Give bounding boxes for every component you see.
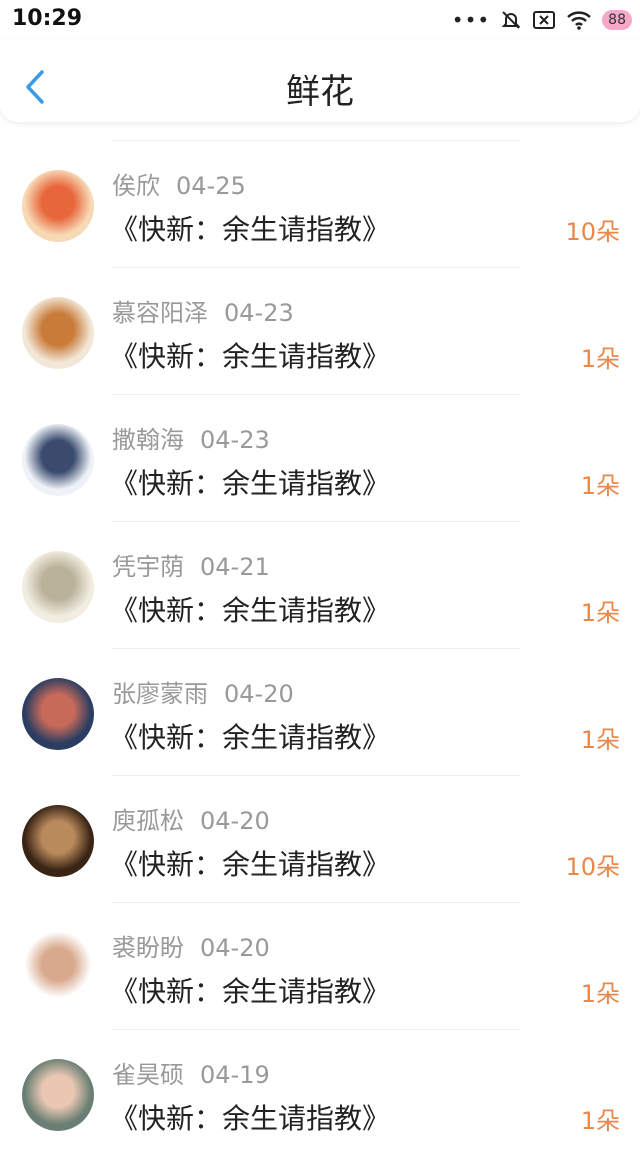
list-item[interactable]: 慕容阳泽 04-23 《快新：余生请指教》 1朵 [0,267,640,394]
status-time: 10:29 [12,6,83,31]
status-icons: ••• 88 [452,6,632,34]
divider [112,394,520,395]
flower-list: 俟欣 04-25 《快新：余生请指教》 10朵 慕容阳泽 04-23 《快新：余生请… [0,140,640,1156]
book-title[interactable]: 《快新：余生请指教》 [110,843,390,883]
book-title[interactable]: 《快新：余生请指教》 [110,208,390,248]
avatar[interactable] [22,170,94,242]
mute-bell-icon [501,11,521,29]
date: 04-20 [224,680,294,708]
flower-amount: 10朵 [565,218,620,246]
date: 04-20 [200,807,270,835]
date: 04-23 [224,299,294,327]
avatar[interactable] [22,805,94,877]
avatar[interactable] [22,551,94,623]
book-title[interactable]: 《快新：余生请指教》 [110,716,390,756]
date: 04-23 [200,426,270,454]
user-name[interactable]: 庾孤松 [112,807,184,835]
user-name[interactable]: 俟欣 [112,172,160,200]
date: 04-19 [200,1061,270,1089]
list-item[interactable]: 凭宇荫 04-21 《快新：余生请指教》 1朵 [0,521,640,648]
flower-amount: 1朵 [580,472,620,500]
user-name[interactable]: 凭宇荫 [112,553,184,581]
divider [112,648,520,649]
user-meta: 雀昊硕 04-19 [112,1055,270,1090]
avatar[interactable] [22,678,94,750]
flower-amount: 1朵 [580,599,620,627]
user-meta: 张廖蒙雨 04-20 [112,674,294,709]
book-title[interactable]: 《快新：余生请指教》 [110,1097,390,1137]
divider [112,521,520,522]
page-title: 鲜花 [286,72,354,112]
divider [112,775,520,776]
list-item[interactable]: 张廖蒙雨 04-20 《快新：余生请指教》 1朵 [0,648,640,775]
date: 04-21 [200,553,270,581]
flower-amount: 1朵 [580,726,620,754]
user-name[interactable]: 张廖蒙雨 [112,680,208,708]
user-meta: 俟欣 04-25 [112,166,246,201]
battery-badge: 88 [602,10,632,30]
flower-amount: 1朵 [580,980,620,1008]
divider [112,267,520,268]
user-meta: 裘盼盼 04-20 [112,928,270,963]
avatar[interactable] [22,932,94,1004]
book-title[interactable]: 《快新：余生请指教》 [110,970,390,1010]
avatar[interactable] [22,297,94,369]
user-name[interactable]: 雀昊硕 [112,1061,184,1089]
user-name[interactable]: 撒翰海 [112,426,184,454]
flower-amount: 1朵 [580,345,620,373]
book-title[interactable]: 《快新：余生请指教》 [110,589,390,629]
list-item[interactable]: 裘盼盼 04-20 《快新：余生请指教》 1朵 [0,902,640,1029]
wifi-icon [567,11,592,30]
user-name[interactable]: 裘盼盼 [112,934,184,962]
avatar[interactable] [22,424,94,496]
list-item[interactable]: 撒翰海 04-23 《快新：余生请指教》 1朵 [0,394,640,521]
avatar[interactable] [22,1059,94,1131]
divider [112,1029,520,1030]
flower-amount: 10朵 [565,853,620,881]
book-title[interactable]: 《快新：余生请指教》 [110,462,390,502]
flower-amount: 1朵 [580,1107,620,1135]
no-sim-icon [533,11,556,29]
user-meta: 凭宇荫 04-21 [112,547,270,582]
date: 04-25 [176,172,246,200]
list-item[interactable]: 俟欣 04-25 《快新：余生请指教》 10朵 [0,140,640,267]
divider [112,902,520,903]
book-title[interactable]: 《快新：余生请指教》 [110,335,390,375]
status-bar: 10:29 ••• 88 [0,0,640,40]
divider [112,140,520,141]
user-meta: 慕容阳泽 04-23 [112,293,294,328]
list-item[interactable]: 庾孤松 04-20 《快新：余生请指教》 10朵 [0,775,640,902]
date: 04-20 [200,934,270,962]
user-meta: 庾孤松 04-20 [112,801,270,836]
more-dots-icon: ••• [451,8,491,32]
user-name[interactable]: 慕容阳泽 [112,299,208,327]
app-header: 鲜花 [0,40,640,122]
user-meta: 撒翰海 04-23 [112,420,270,455]
list-item[interactable]: 雀昊硕 04-19 《快新：余生请指教》 1朵 [0,1029,640,1156]
